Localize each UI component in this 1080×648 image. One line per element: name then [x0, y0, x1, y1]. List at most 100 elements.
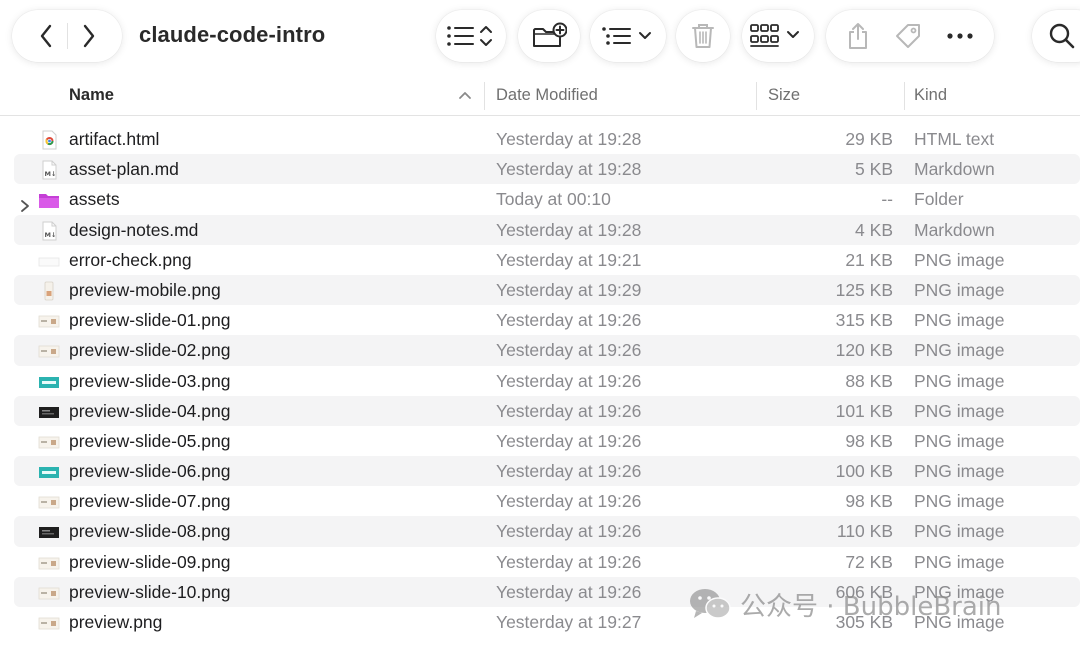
file-name: assets [69, 189, 120, 210]
slide-thumb-light-icon [38, 340, 60, 360]
file-row[interactable]: preview-slide-06.png Yesterday at 19:26 10… [14, 456, 1080, 487]
file-size: 72 KB [845, 551, 893, 572]
file-name: preview-slide-10.png [69, 581, 231, 602]
file-date-modified: Yesterday at 19:28 [496, 129, 642, 149]
chevron-right-icon [83, 24, 94, 48]
file-date-modified: Today at 00:10 [496, 189, 611, 210]
file-name: preview-mobile.png [69, 279, 221, 300]
file-name: preview-slide-07.png [69, 491, 231, 512]
nav-separator [66, 23, 68, 49]
slide-thumb-teal-icon [38, 461, 60, 481]
arrange-button[interactable] [742, 10, 814, 62]
column-header-date[interactable]: Date Modified [496, 86, 598, 105]
file-date-modified: Yesterday at 19:28 [496, 219, 642, 240]
file-row[interactable]: preview-slide-02.png Yesterday at 19:26 12… [14, 335, 1080, 366]
file-name: asset-plan.md [69, 159, 179, 180]
slide-thumb-light-icon [38, 552, 60, 572]
file-row[interactable]: preview-slide-03.png Yesterday at 19:26 88… [14, 366, 1080, 396]
svg-text:M↓: M↓ [45, 170, 57, 178]
file-name: preview-slide-06.png [69, 461, 231, 482]
column-divider[interactable] [484, 82, 485, 110]
file-kind: PNG image [914, 491, 1005, 512]
group-by-button[interactable] [590, 10, 666, 62]
file-row[interactable]: preview-slide-07.png Yesterday at 19:26 98… [14, 486, 1080, 516]
file-kind: PNG image [914, 551, 1005, 572]
file-date-modified: Yesterday at 19:26 [496, 430, 642, 451]
slide-thumb-light-icon [38, 431, 60, 451]
chevron-left-icon [40, 24, 51, 48]
trash-button[interactable] [676, 10, 730, 62]
file-kind: HTML text [914, 129, 995, 149]
new-folder-button[interactable] [518, 10, 580, 62]
forward-button[interactable] [82, 24, 96, 48]
column-divider[interactable] [756, 82, 757, 110]
file-date-modified: Yesterday at 19:28 [496, 159, 642, 180]
tag-button[interactable] [893, 21, 923, 51]
file-date-modified: Yesterday at 19:26 [496, 340, 642, 361]
new-folder-icon [533, 22, 567, 47]
slide-thumb-light-icon [38, 612, 60, 632]
file-kind: PNG image [914, 279, 1005, 300]
file-name: preview.png [69, 612, 163, 632]
slide-thumb-teal-icon [38, 371, 60, 391]
file-row[interactable]: preview-slide-05.png Yesterday at 19:26 98… [14, 426, 1080, 456]
column-header-size[interactable]: Size [768, 86, 800, 105]
file-kind: PNG image [914, 400, 1005, 421]
file-row[interactable]: preview-slide-08.png Yesterday at 19:26 11… [14, 516, 1080, 547]
share-icon [848, 23, 867, 49]
file-size: 5 KB [855, 159, 893, 180]
file-date-modified: Yesterday at 19:26 [496, 551, 642, 572]
column-divider[interactable] [904, 82, 905, 110]
slide-thumb-light-icon [38, 310, 60, 330]
file-kind: PNG image [914, 521, 1005, 542]
file-date-modified: Yesterday at 19:26 [496, 581, 642, 602]
slide-thumb-light-icon [38, 582, 60, 602]
file-size: 101 KB [835, 400, 893, 421]
column-header-kind[interactable]: Kind [914, 86, 947, 105]
search-button[interactable] [1032, 10, 1080, 62]
file-list: artifact.html Yesterday at 19:28 29 KB HTML… [14, 124, 1080, 637]
file-row[interactable]: error-check.png Yesterday at 19:21 21 KB PN… [14, 245, 1080, 275]
file-kind: Markdown [914, 219, 995, 240]
file-kind: Markdown [914, 159, 995, 180]
folder-icon [38, 189, 60, 209]
more-button[interactable] [946, 32, 974, 40]
file-size: 125 KB [835, 279, 893, 300]
toolbar: claude-code-intro [0, 0, 1080, 76]
navigation-buttons [12, 10, 122, 62]
file-row[interactable]: preview-slide-04.png Yesterday at 19:26 10… [14, 395, 1080, 426]
watermark-text: 公众号 · BubbleBrain [740, 591, 1002, 622]
file-row[interactable]: M↓ design-notes.md Yesterday at 19:28 4 KB M… [14, 214, 1080, 245]
mobile-image-icon [38, 280, 60, 301]
file-kind: PNG image [914, 310, 1005, 331]
file-name: error-check.png [69, 249, 192, 270]
file-row[interactable]: artifact.html Yesterday at 19:28 29 KB HTML… [14, 124, 1080, 154]
share-button[interactable] [846, 22, 870, 50]
file-row[interactable]: M↓ asset-plan.md Yesterday at 19:28 5 KB Mar… [14, 154, 1080, 185]
list-view-icon [447, 26, 492, 46]
back-button[interactable] [39, 24, 53, 48]
file-row[interactable]: preview-slide-01.png Yesterday at 19:26 31… [14, 305, 1080, 335]
file-size: 110 KB [836, 521, 893, 542]
file-size: 29 KB [845, 129, 893, 149]
file-date-modified: Yesterday at 19:21 [496, 249, 642, 270]
file-kind: PNG image [914, 340, 1005, 361]
file-size: -- [881, 189, 893, 210]
file-row[interactable]: assets Today at 00:10 -- Folder [14, 184, 1080, 214]
file-kind: PNG image [914, 370, 1005, 391]
sort-ascending-icon[interactable] [458, 90, 472, 100]
slide-thumb-light-icon [38, 491, 60, 511]
file-date-modified: Yesterday at 19:26 [496, 461, 642, 482]
column-header-name[interactable]: Name [69, 86, 114, 105]
file-kind: PNG image [914, 461, 1005, 482]
file-name: preview-slide-03.png [69, 370, 231, 391]
chrome-html-icon [38, 129, 60, 150]
file-name: preview-slide-04.png [69, 400, 231, 421]
file-row[interactable]: preview-slide-09.png Yesterday at 19:26 72… [14, 547, 1080, 577]
file-size: 4 KB [855, 219, 893, 240]
view-list-button[interactable] [436, 10, 506, 62]
file-name: preview-slide-09.png [69, 551, 231, 572]
file-size: 21 KB [845, 249, 893, 270]
markdown-file-icon: M↓ [38, 220, 60, 241]
file-row[interactable]: preview-mobile.png Yesterday at 19:29 125 … [14, 274, 1080, 306]
